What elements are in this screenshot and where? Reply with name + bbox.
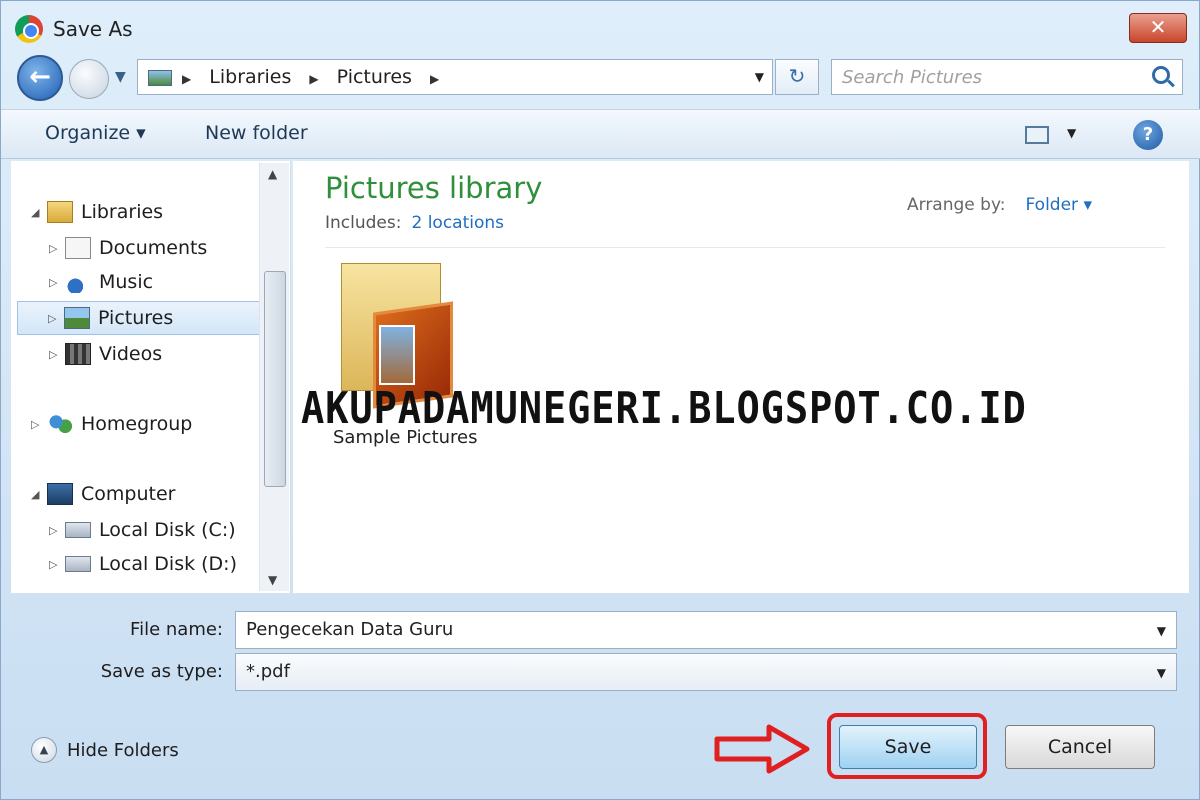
nav-scrollbar[interactable]: ▲ ▼: [259, 163, 289, 591]
close-button[interactable]: ✕: [1129, 13, 1187, 43]
organize-button[interactable]: Organize ▾: [45, 122, 146, 144]
expand-icon[interactable]: ▷: [49, 558, 65, 571]
watermark-text: AKUPADAMUNEGERI.BLOGSPOT.CO.ID: [301, 383, 1027, 434]
nav-item-computer[interactable]: ◢ Computer: [31, 477, 277, 511]
nav-item-label: Music: [99, 271, 154, 293]
disk-c-icon: [65, 522, 91, 538]
expand-icon[interactable]: ▷: [31, 418, 47, 431]
expand-icon[interactable]: ▷: [49, 524, 65, 537]
collapse-icon[interactable]: ◢: [31, 488, 47, 501]
command-toolbar: Organize ▾ New folder ▼ ?: [1, 109, 1200, 159]
nav-item-label: Videos: [99, 343, 163, 365]
red-arrow-annotation-icon: [714, 724, 810, 774]
nav-item-label: Local Disk (C:): [99, 519, 236, 541]
expand-icon[interactable]: ▷: [48, 312, 64, 325]
disk-d-icon: [65, 556, 91, 572]
view-dropdown-icon[interactable]: ▼: [1067, 126, 1076, 140]
save-as-type-select[interactable]: *.pdf ▼: [235, 653, 1177, 691]
breadcrumb-libraries[interactable]: Libraries: [209, 66, 291, 88]
save-as-type-label: Save as type:: [100, 661, 223, 682]
title-bar: Save As ✕: [1, 1, 1200, 57]
library-icon: [47, 201, 73, 223]
expand-icon[interactable]: ▷: [49, 242, 65, 255]
file-name-field[interactable]: Pengecekan Data Guru ▼: [235, 611, 1177, 649]
nav-item-label: Libraries: [81, 201, 164, 223]
chevron-up-icon: ▲: [31, 737, 57, 763]
homegroup-icon: [47, 413, 73, 435]
breadcrumb-pictures[interactable]: Pictures: [337, 66, 412, 88]
breadcrumb-separator-icon[interactable]: ▶: [430, 72, 439, 86]
file-name-label: File name:: [130, 619, 223, 640]
nav-item-label: Computer: [81, 483, 176, 505]
navigation-pane: ◢ Libraries ▷ Documents ▷ Music ▷ Pictur…: [11, 161, 291, 593]
scroll-thumb[interactable]: [264, 271, 286, 487]
history-dropdown-icon[interactable]: ▼: [115, 69, 126, 85]
address-bar[interactable]: ▶ Libraries ▶ Pictures ▶ ▼: [137, 59, 773, 95]
search-box[interactable]: [831, 59, 1183, 95]
address-dropdown-icon[interactable]: ▼: [755, 70, 764, 84]
file-name-value[interactable]: Pengecekan Data Guru: [246, 619, 453, 640]
help-icon[interactable]: ?: [1133, 120, 1163, 150]
search-input[interactable]: [842, 64, 1142, 90]
refresh-button[interactable]: ↻: [775, 59, 819, 95]
folder-thumbnail-photo: [379, 325, 415, 385]
file-list-pane: Pictures library Includes: 2 locations Ar…: [293, 161, 1189, 593]
view-options-icon[interactable]: [1025, 126, 1049, 144]
arrange-by-label: Arrange by:: [907, 195, 1006, 215]
breadcrumb-separator-icon[interactable]: ▶: [309, 72, 318, 86]
window-title: Save As: [53, 17, 133, 41]
nav-item-libraries[interactable]: ◢ Libraries: [31, 195, 277, 229]
new-folder-button[interactable]: New folder: [205, 122, 308, 144]
nav-item-label: Documents: [99, 237, 208, 259]
nav-item-pictures[interactable]: ▷ Pictures: [17, 301, 265, 335]
breadcrumb: ▶ Libraries ▶ Pictures ▶: [182, 66, 451, 88]
arrange-by-dropdown[interactable]: Folder ▾: [1026, 195, 1092, 215]
cancel-button[interactable]: Cancel: [1005, 725, 1155, 769]
breadcrumb-separator-icon[interactable]: ▶: [182, 72, 191, 86]
arrange-by: Arrange by: Folder ▾: [907, 195, 1092, 215]
expand-icon[interactable]: ▷: [49, 348, 65, 361]
documents-icon: [65, 237, 91, 259]
file-name-dropdown-icon[interactable]: ▼: [1157, 624, 1166, 638]
locations-link[interactable]: 2 locations: [411, 213, 504, 233]
forward-button[interactable]: [69, 59, 109, 99]
save-as-dialog: Save As ✕ ← ▼ ▶ Libraries ▶ Pictures ▶ ▼…: [0, 0, 1200, 800]
save-as-type-dropdown-icon[interactable]: ▼: [1157, 666, 1166, 680]
content-divider: [325, 247, 1165, 248]
hide-folders-label: Hide Folders: [67, 739, 179, 761]
save-button[interactable]: Save: [839, 725, 977, 769]
includes-label: Includes:: [325, 213, 402, 233]
scroll-down-icon[interactable]: ▼: [268, 573, 277, 587]
library-title: Pictures library: [325, 171, 543, 205]
library-includes: Includes: 2 locations: [325, 213, 504, 233]
nav-item-homegroup[interactable]: ▷ Homegroup: [31, 407, 277, 441]
search-icon[interactable]: [1152, 66, 1170, 84]
nav-item-label: Homegroup: [81, 413, 193, 435]
pictures-location-icon: [148, 70, 172, 86]
nav-item-label: Pictures: [98, 307, 174, 329]
expand-icon[interactable]: ▷: [49, 276, 65, 289]
videos-icon: [65, 343, 91, 365]
nav-item-label: Local Disk (D:): [99, 553, 237, 575]
music-icon: [65, 271, 91, 293]
chrome-icon: [15, 15, 43, 43]
scroll-up-icon[interactable]: ▲: [268, 167, 277, 181]
computer-icon: [47, 483, 73, 505]
collapse-icon[interactable]: ◢: [31, 206, 47, 219]
back-button[interactable]: ←: [17, 55, 63, 101]
pictures-icon: [64, 307, 90, 329]
save-as-type-value[interactable]: *.pdf: [246, 661, 290, 682]
hide-folders-button[interactable]: ▲ Hide Folders: [31, 737, 179, 763]
